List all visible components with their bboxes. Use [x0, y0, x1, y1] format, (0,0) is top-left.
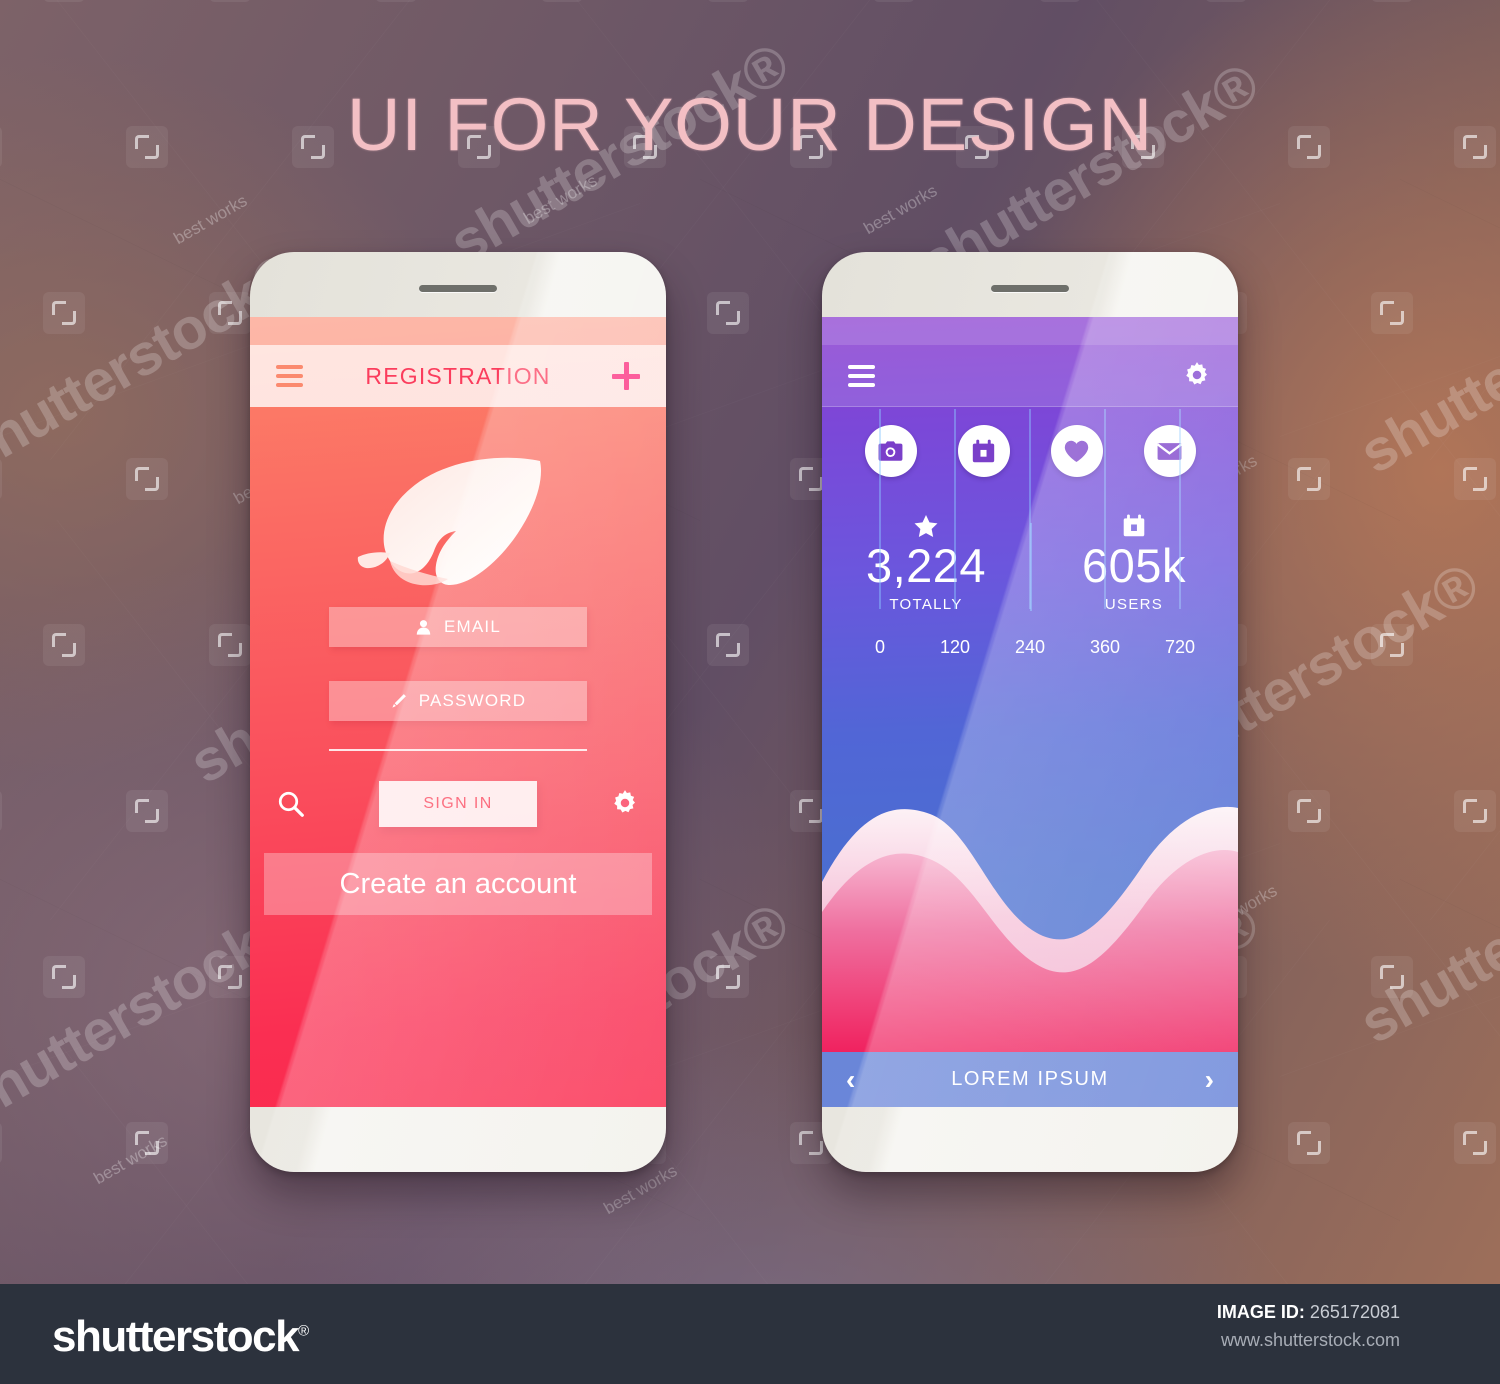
- page-title-registration: REGISTRATION: [365, 362, 551, 389]
- shutterstock-logo: shutterstock®: [52, 1312, 309, 1362]
- pencil-icon: [392, 693, 406, 708]
- page-background: [0, 0, 1500, 1384]
- navbar: REGISTRATION: [250, 345, 666, 407]
- shutterstock-logo-text: shutterstock: [52, 1312, 300, 1361]
- background-facets: [0, 0, 1500, 1384]
- screen-registration: REGISTRATION EMAIL PASSWORD SIGN IN Crea…: [250, 317, 666, 1107]
- user-icon: [416, 619, 431, 635]
- search-icon[interactable]: [276, 789, 306, 819]
- area-chart: [822, 752, 1238, 1052]
- email-field-label: EMAIL: [443, 617, 502, 636]
- axis-tick: 720: [1164, 636, 1196, 657]
- registered-mark: ®: [298, 1322, 309, 1340]
- password-field-label: PASSWORD: [418, 691, 527, 710]
- plus-icon[interactable]: [612, 362, 640, 390]
- gear-icon[interactable]: [610, 789, 640, 819]
- action-row: SIGN IN: [250, 781, 666, 827]
- axis-tick: 360: [1089, 636, 1121, 657]
- hamburger-icon[interactable]: [848, 364, 875, 387]
- bottom-nav: ‹ LOREM IPSUM ›: [822, 1052, 1238, 1107]
- image-id-value: 265172081: [1309, 1302, 1400, 1322]
- chevron-right-icon[interactable]: ›: [1205, 1065, 1214, 1094]
- screen-dashboard: 3,224 TOTALLY 605k USERS 0 120 240 360 7…: [822, 317, 1238, 1107]
- phone-mockup-registration: REGISTRATION EMAIL PASSWORD SIGN IN Crea…: [250, 252, 666, 1172]
- navbar: [822, 345, 1238, 407]
- password-field[interactable]: PASSWORD: [329, 681, 587, 721]
- chart-x-axis: 0 120 240 360 720: [822, 619, 1238, 658]
- footer-bar: shutterstock® IMAGE ID: 265172081 www.sh…: [0, 1284, 1500, 1384]
- page-title: UI FOR YOUR DESIGN: [346, 83, 1154, 166]
- divider: [329, 749, 587, 751]
- phone-mockup-dashboard: 3,224 TOTALLY 605k USERS 0 120 240 360 7…: [822, 252, 1238, 1172]
- chevron-left-icon[interactable]: ‹: [846, 1065, 855, 1094]
- gear-icon[interactable]: [1182, 361, 1212, 391]
- create-account-button[interactable]: Create an account: [264, 853, 652, 915]
- feather-icon: [357, 457, 542, 586]
- sign-in-button[interactable]: SIGN IN: [379, 781, 537, 827]
- email-field[interactable]: EMAIL: [329, 607, 587, 647]
- status-bar: [822, 317, 1238, 345]
- axis-tick: 120: [939, 636, 971, 657]
- hamburger-icon[interactable]: [276, 365, 303, 387]
- logo-wrap: [250, 449, 666, 599]
- earpiece-speaker: [991, 285, 1069, 292]
- earpiece-speaker: [419, 285, 497, 292]
- image-id-label: IMAGE ID:: [1216, 1302, 1305, 1322]
- bottom-nav-label: LOREM IPSUM: [951, 1068, 1109, 1090]
- image-id: IMAGE ID: 265172081: [1217, 1302, 1400, 1323]
- axis-tick: 240: [1014, 636, 1046, 657]
- shutterstock-url: www.shutterstock.com: [1220, 1330, 1400, 1350]
- chart-gridlines: [852, 409, 1208, 609]
- axis-tick: 0: [874, 636, 885, 657]
- status-bar: [250, 317, 666, 345]
